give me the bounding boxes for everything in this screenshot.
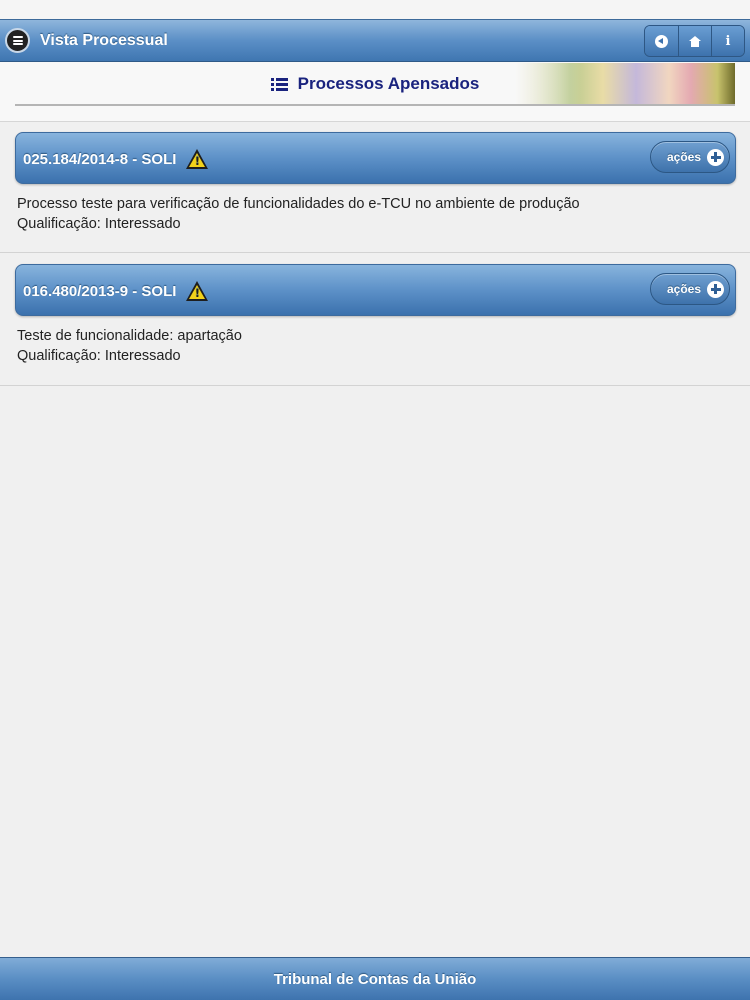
home-button[interactable] — [678, 26, 711, 56]
process-qualification: Qualificação: Interessado — [17, 348, 181, 364]
process-description: Teste de funcionalidade: apartação — [17, 328, 242, 344]
actions-button[interactable]: ações — [650, 273, 730, 305]
info-icon: i — [725, 33, 731, 49]
app-title: Vista Processual — [40, 32, 168, 49]
footer-text: Tribunal de Contas da União — [273, 970, 477, 988]
warning-icon: ! — [186, 281, 209, 301]
list-icon — [270, 77, 288, 91]
actions-label: ações — [666, 282, 701, 296]
process-header-bar[interactable]: 016.480/2013-9 - SOLI ! ações — [15, 264, 736, 316]
plus-icon — [707, 148, 724, 166]
process-item: 025.184/2014-8 - SOLI ! ações Processo t… — [0, 122, 750, 253]
process-description-block: Teste de funcionalidade: apartação Quali… — [17, 326, 242, 366]
process-number: 025.184/2014-8 - SOLI — [23, 150, 177, 168]
back-button[interactable] — [645, 26, 678, 56]
process-item: 016.480/2013-9 - SOLI ! ações Teste de f… — [0, 253, 750, 386]
app-footer: Tribunal de Contas da União — [0, 957, 750, 1000]
header-button-group: i — [644, 25, 745, 57]
process-number: 016.480/2013-9 - SOLI — [23, 282, 177, 300]
page-title: Processos Apensados — [297, 74, 480, 93]
actions-button[interactable]: ações — [650, 141, 730, 173]
info-button[interactable]: i — [711, 26, 744, 56]
process-header-bar[interactable]: 025.184/2014-8 - SOLI ! ações — [15, 132, 736, 184]
home-icon — [689, 35, 701, 47]
warning-icon: ! — [186, 149, 209, 169]
process-title: 025.184/2014-8 - SOLI ! — [23, 149, 209, 169]
status-strip — [0, 0, 750, 19]
page-subheader: Processos Apensados — [0, 62, 750, 122]
actions-label: ações — [666, 150, 701, 164]
process-qualification: Qualificação: Interessado — [17, 216, 181, 232]
page-title-row: Processos Apensados — [0, 74, 750, 94]
process-description: Processo teste para verificação de funci… — [17, 196, 580, 212]
menu-icon — [12, 36, 23, 45]
plus-icon — [707, 280, 724, 298]
process-description-block: Processo teste para verificação de funci… — [17, 194, 580, 234]
back-icon — [655, 34, 668, 48]
app-header: Vista Processual i — [0, 19, 750, 62]
process-title: 016.480/2013-9 - SOLI ! — [23, 281, 209, 301]
title-divider — [15, 104, 735, 106]
menu-button[interactable] — [5, 28, 30, 53]
